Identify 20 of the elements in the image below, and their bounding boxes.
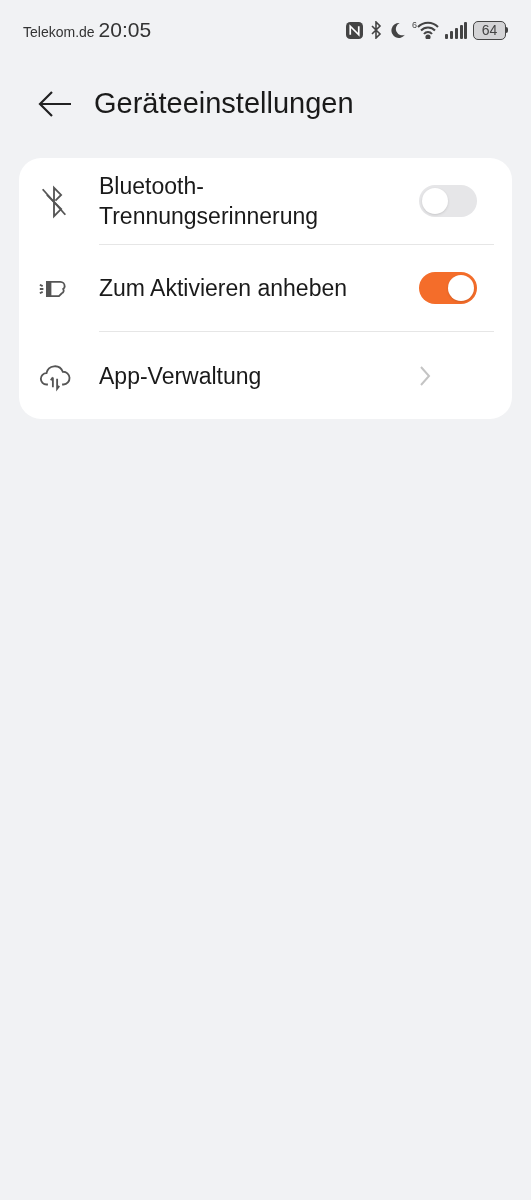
page-title: Geräteeinstellungen [94,86,354,122]
bluetooth-icon [369,21,383,39]
clock: 20:05 [98,17,152,44]
settings-row[interactable]: Zum Aktivieren anheben [37,245,494,332]
wifi-icon [417,21,439,39]
row-label: Zum Aktivieren anheben [99,274,349,303]
chevron-right-icon [419,364,431,387]
settings-row[interactable]: App-Verwaltung [37,332,494,419]
settings-row[interactable]: Bluetooth-Trennungserinnerung [37,158,494,245]
toggle-switch[interactable] [419,272,477,304]
wifi-band-label: 6 [412,21,417,30]
carrier: Telekom.de [23,23,95,43]
row-label: Bluetooth-Trennungserinnerung [99,172,320,231]
nfc-icon [346,21,363,39]
battery-indicator: 64 [473,20,506,40]
toggle-switch[interactable] [419,185,477,217]
moon-icon [389,21,406,39]
signal-icon [445,21,467,39]
row-label: App-Verwaltung [99,361,263,391]
back-arrow-icon[interactable] [38,90,72,118]
